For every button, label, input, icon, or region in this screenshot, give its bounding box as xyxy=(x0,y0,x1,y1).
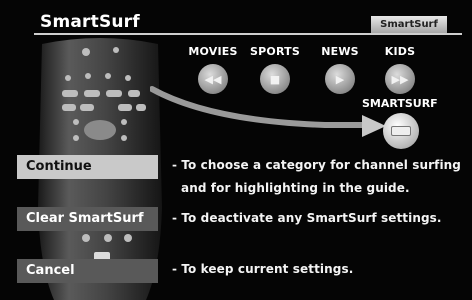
smartsurf-icon[interactable] xyxy=(383,113,419,149)
clear-smartsurf-button[interactable]: Clear SmartSurf xyxy=(17,207,158,231)
smartsurf-label: SMARTSURF xyxy=(362,97,438,110)
continue-button[interactable]: Continue xyxy=(17,155,158,179)
title-divider xyxy=(34,33,462,35)
category-label: SPORTS xyxy=(250,45,300,58)
clear-smartsurf-description: - To deactivate any SmartSurf settings. xyxy=(172,211,442,225)
continue-description: - To choose a category for channel surfi… xyxy=(172,158,461,172)
page-title: SmartSurf xyxy=(40,12,140,32)
category-label: NEWS xyxy=(321,45,359,58)
curved-arrow-icon xyxy=(150,86,386,137)
cancel-description: - To keep current settings. xyxy=(172,262,354,276)
category-label: KIDS xyxy=(384,45,416,58)
smartsurf-logo: SmartSurf xyxy=(371,16,447,33)
category-label: MOVIES xyxy=(188,45,238,58)
continue-description-line2: and for highlighting in the guide. xyxy=(181,181,410,195)
smartsurf-screen: SmartSurf SmartSurf MOVIES ◀◀ SPORTS ■ N… xyxy=(0,0,472,300)
smartsurf-glyph xyxy=(391,126,411,136)
cancel-button[interactable]: Cancel xyxy=(17,259,158,283)
